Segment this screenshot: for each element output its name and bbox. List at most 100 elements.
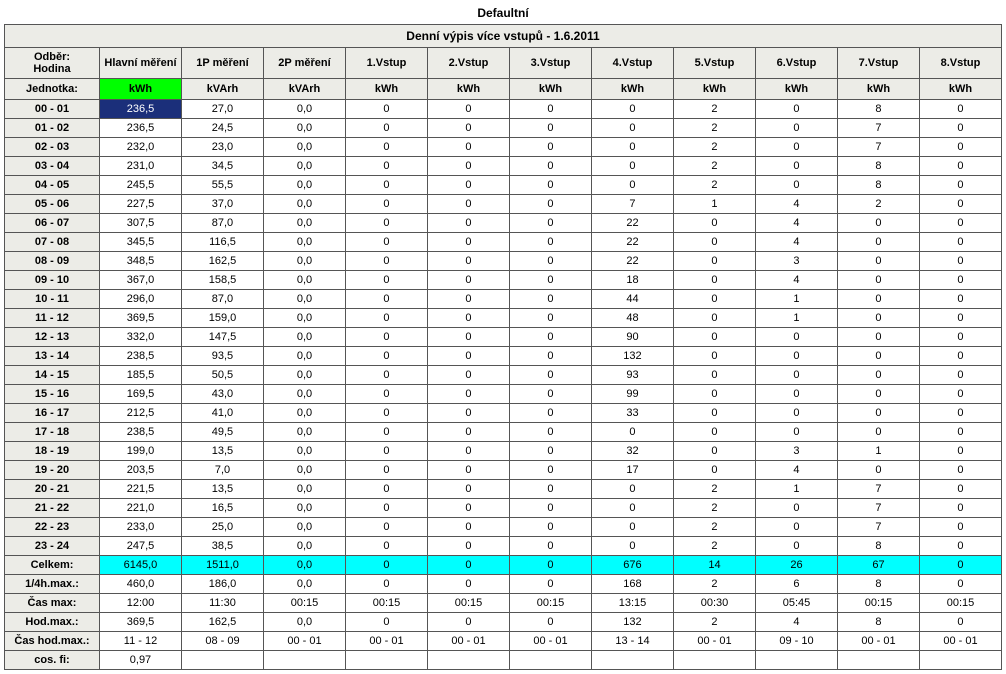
value-cell: 238,5 bbox=[99, 423, 181, 442]
hour-label: 10 - 11 bbox=[5, 290, 100, 309]
value-cell: 0 bbox=[919, 138, 1001, 157]
value-cell: 0 bbox=[345, 119, 427, 138]
table-row: 19 - 20203,57,00,0000170400 bbox=[5, 461, 1002, 480]
value-cell: 22 bbox=[591, 233, 673, 252]
value-cell: 0 bbox=[837, 385, 919, 404]
hour-label: 23 - 24 bbox=[5, 537, 100, 556]
value-cell: 236,5 bbox=[99, 100, 181, 119]
hour-label: 12 - 13 bbox=[5, 328, 100, 347]
col-header: 5.Vstup bbox=[673, 48, 755, 79]
value-cell: 25,0 bbox=[181, 518, 263, 537]
value-cell: 236,5 bbox=[99, 119, 181, 138]
value-cell: 0 bbox=[837, 290, 919, 309]
summary-value: 0 bbox=[509, 575, 591, 594]
summary-value: 00 - 01 bbox=[919, 632, 1001, 651]
hour-label: 02 - 03 bbox=[5, 138, 100, 157]
value-cell: 203,5 bbox=[99, 461, 181, 480]
value-cell: 0,0 bbox=[263, 252, 345, 271]
value-cell: 0 bbox=[837, 271, 919, 290]
value-cell: 0 bbox=[755, 347, 837, 366]
summary-value: 0 bbox=[509, 556, 591, 575]
summary-value: 0 bbox=[919, 556, 1001, 575]
value-cell: 0 bbox=[509, 423, 591, 442]
summary-row: Čas max:12:0011:3000:1500:1500:1500:1513… bbox=[5, 594, 1002, 613]
value-cell: 0 bbox=[673, 404, 755, 423]
value-cell: 2 bbox=[673, 100, 755, 119]
value-cell: 0 bbox=[345, 100, 427, 119]
value-cell: 13,5 bbox=[181, 480, 263, 499]
value-cell: 2 bbox=[673, 480, 755, 499]
value-cell: 245,5 bbox=[99, 176, 181, 195]
value-cell: 159,0 bbox=[181, 309, 263, 328]
table-row: 13 - 14238,593,50,00001320000 bbox=[5, 347, 1002, 366]
value-cell: 1 bbox=[673, 195, 755, 214]
value-cell: 2 bbox=[673, 176, 755, 195]
summary-value: 369,5 bbox=[99, 613, 181, 632]
value-cell: 0 bbox=[509, 119, 591, 138]
unit-cell: kVArh bbox=[181, 79, 263, 100]
value-cell: 0,0 bbox=[263, 309, 345, 328]
value-cell: 169,5 bbox=[99, 385, 181, 404]
value-cell: 0 bbox=[509, 100, 591, 119]
unit-cell: kWh bbox=[427, 79, 509, 100]
summary-value: 168 bbox=[591, 575, 673, 594]
col-header: 2.Vstup bbox=[427, 48, 509, 79]
value-cell: 8 bbox=[837, 157, 919, 176]
table-subtitle: Denní výpis více vstupů - 1.6.2011 bbox=[5, 25, 1002, 48]
value-cell: 0 bbox=[509, 537, 591, 556]
unit-cell: kVArh bbox=[263, 79, 345, 100]
summary-value: 460,0 bbox=[99, 575, 181, 594]
value-cell: 0 bbox=[427, 347, 509, 366]
summary-value: 0,0 bbox=[263, 575, 345, 594]
value-cell: 1 bbox=[755, 309, 837, 328]
value-cell: 0,0 bbox=[263, 214, 345, 233]
value-cell: 0 bbox=[345, 404, 427, 423]
value-cell: 0 bbox=[591, 537, 673, 556]
value-cell: 0 bbox=[755, 385, 837, 404]
value-cell: 22 bbox=[591, 214, 673, 233]
value-cell: 93,5 bbox=[181, 347, 263, 366]
value-cell: 0 bbox=[509, 214, 591, 233]
value-cell: 0 bbox=[509, 480, 591, 499]
value-cell: 0 bbox=[919, 404, 1001, 423]
value-cell: 7,0 bbox=[181, 461, 263, 480]
value-cell: 0 bbox=[755, 119, 837, 138]
value-cell: 0,0 bbox=[263, 271, 345, 290]
hour-label: 09 - 10 bbox=[5, 271, 100, 290]
table-row: 21 - 22221,016,50,000002070 bbox=[5, 499, 1002, 518]
value-cell: 1 bbox=[755, 480, 837, 499]
summary-value: 00:15 bbox=[509, 594, 591, 613]
value-cell: 147,5 bbox=[181, 328, 263, 347]
summary-row: Celkem:6145,01511,00,00006761426670 bbox=[5, 556, 1002, 575]
value-cell: 0,0 bbox=[263, 423, 345, 442]
value-cell: 0 bbox=[345, 442, 427, 461]
hour-label: 21 - 22 bbox=[5, 499, 100, 518]
table-row: 07 - 08345,5116,50,0000220400 bbox=[5, 233, 1002, 252]
value-cell: 0 bbox=[427, 518, 509, 537]
table-row: 05 - 06227,537,00,000071420 bbox=[5, 195, 1002, 214]
value-cell: 0 bbox=[427, 366, 509, 385]
unit-cell: kWh bbox=[509, 79, 591, 100]
value-cell: 0,0 bbox=[263, 157, 345, 176]
value-cell: 0 bbox=[919, 176, 1001, 195]
summary-value: 00:15 bbox=[263, 594, 345, 613]
summary-row: cos. fi:0,97 bbox=[5, 651, 1002, 670]
value-cell: 0 bbox=[919, 157, 1001, 176]
hour-label: 17 - 18 bbox=[5, 423, 100, 442]
summary-value: 0 bbox=[919, 575, 1001, 594]
value-cell: 0 bbox=[837, 423, 919, 442]
value-cell: 0 bbox=[509, 157, 591, 176]
value-cell: 0 bbox=[673, 233, 755, 252]
value-cell: 4 bbox=[755, 195, 837, 214]
value-cell: 0 bbox=[427, 157, 509, 176]
summary-label: cos. fi: bbox=[5, 651, 100, 670]
value-cell: 0 bbox=[673, 328, 755, 347]
value-cell: 116,5 bbox=[181, 233, 263, 252]
value-cell: 55,5 bbox=[181, 176, 263, 195]
summary-value: 0 bbox=[427, 613, 509, 632]
value-cell: 0 bbox=[427, 176, 509, 195]
col-header: 2P měření bbox=[263, 48, 345, 79]
value-cell: 0 bbox=[427, 309, 509, 328]
value-cell: 0 bbox=[919, 423, 1001, 442]
summary-value: 00:15 bbox=[427, 594, 509, 613]
